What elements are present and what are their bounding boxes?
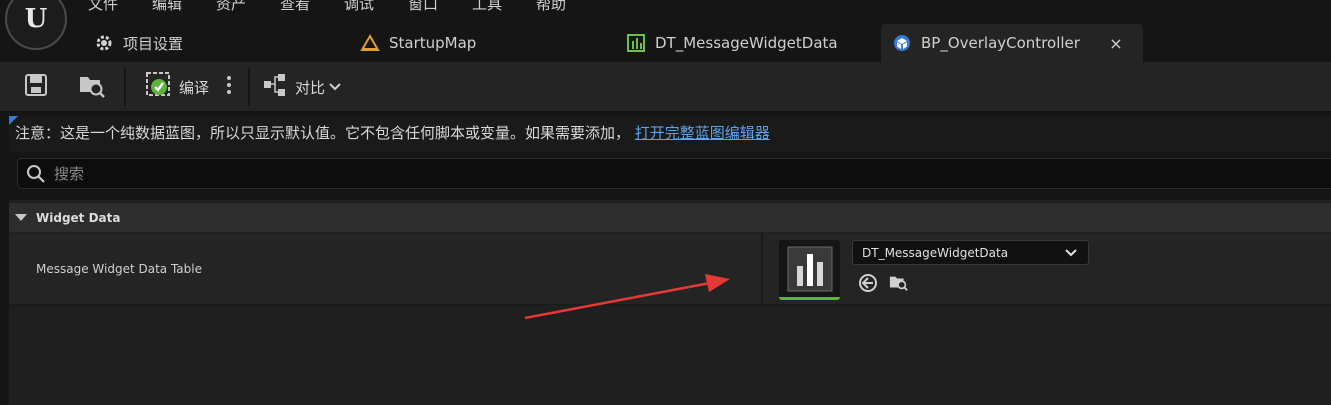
annotation-arrow-overlay	[524, 274, 730, 320]
red-arrow-icon	[524, 274, 730, 320]
